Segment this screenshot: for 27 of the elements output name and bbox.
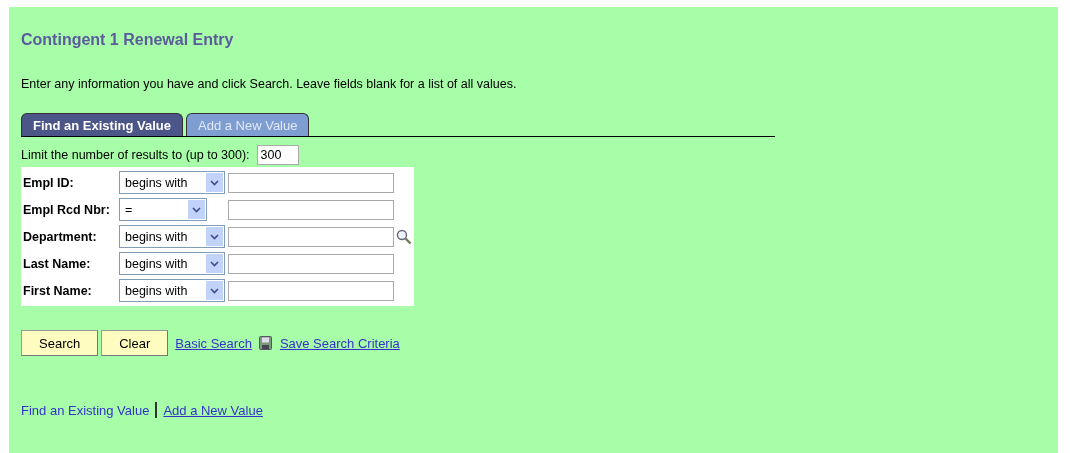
operator-dropdown[interactable]: begins with <box>119 171 225 194</box>
input-field[interactable] <box>228 253 394 274</box>
search-icon[interactable] <box>396 228 412 245</box>
operator-dropdown[interactable]: begins with <box>119 279 225 302</box>
link[interactable]: Add a New Value <box>163 402 263 418</box>
operator-dropdown[interactable]: = <box>119 198 207 221</box>
limit-field[interactable]: 300 <box>256 145 299 165</box>
input-field[interactable] <box>228 172 394 193</box>
field-label: Last Name: <box>23 256 92 271</box>
operator-dropdown[interactable]: begins with <box>119 252 225 275</box>
search-button[interactable]: Search <box>21 330 99 356</box>
page-title: Contingent 1 Renewal Entry <box>21 30 235 50</box>
field-label: Department: <box>23 229 98 244</box>
input-field[interactable] <box>228 199 394 220</box>
field-label: First Name: <box>23 283 93 298</box>
link[interactable]: Find an Existing Value <box>21 402 150 418</box>
input-field[interactable] <box>228 226 394 247</box>
clear-button[interactable]: Clear <box>101 330 169 356</box>
operator-dropdown[interactable]: begins with <box>119 225 225 248</box>
limit-label: Limit the number of results to (up to 300): <box>21 148 250 162</box>
link[interactable]: Save Search Criteria <box>279 335 400 351</box>
tab[interactable]: Find an Existing Value <box>21 113 183 136</box>
link[interactable]: Basic Search <box>175 335 252 351</box>
field-label: Empl Rcd Nbr: <box>23 202 111 217</box>
input-field[interactable] <box>228 280 394 301</box>
instructions-text: Enter any information you have and click Search. Leave fields blank for a list of all values. <box>21 77 518 91</box>
field-label: Empl ID: <box>23 175 75 190</box>
